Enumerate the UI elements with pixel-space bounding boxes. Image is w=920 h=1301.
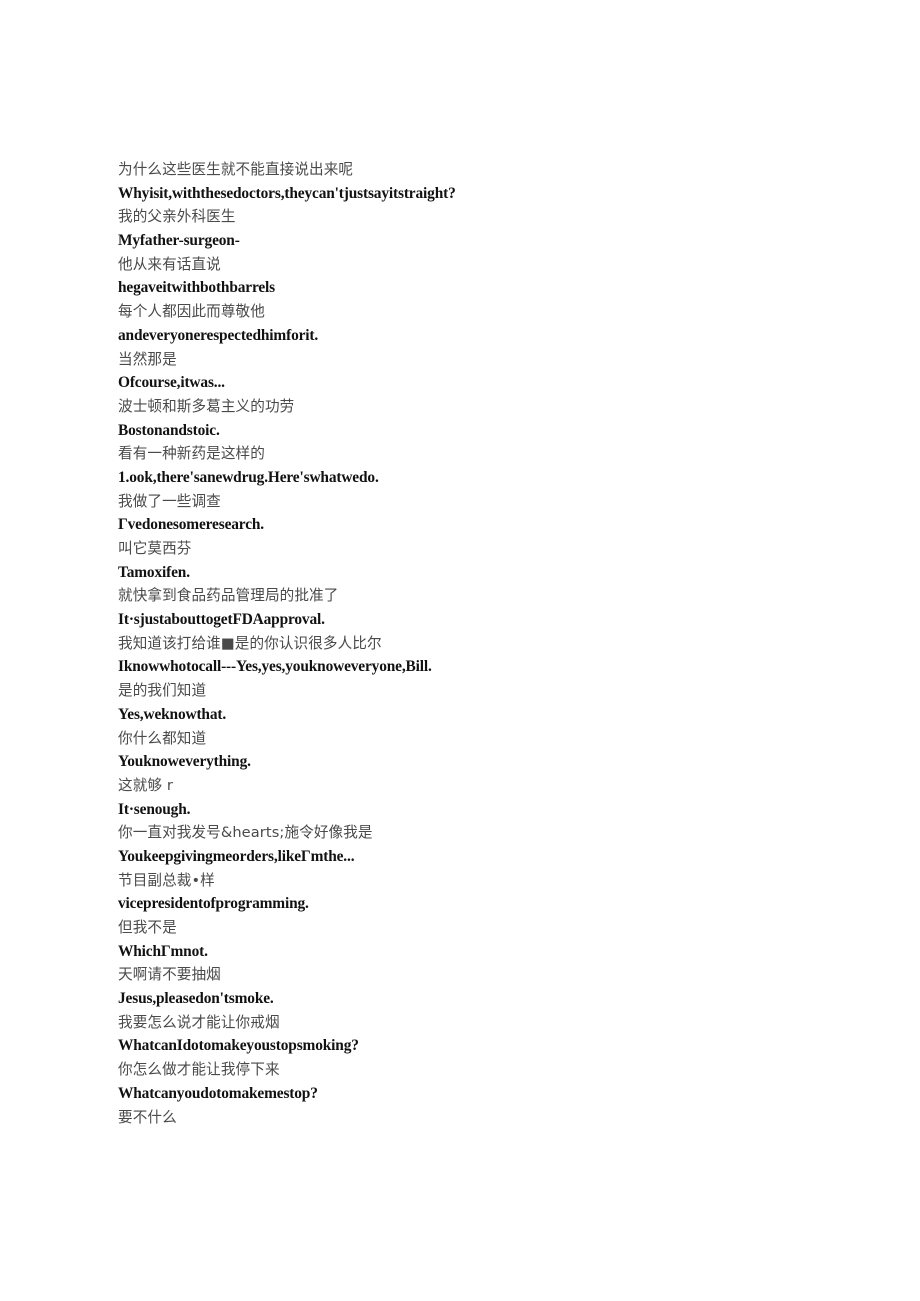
- subtitle-line-english: Tamoxifen.: [118, 563, 190, 581]
- subtitle-line-english: Youkeepgivingmeorders,likeΓmthe...: [118, 847, 355, 865]
- subtitle-line-english: Myfather-surgeon-: [118, 232, 240, 250]
- subtitle-line-chinese: 每个人都因此而尊敬他: [118, 303, 265, 321]
- document-page: 为什么这些医生就不能直接说出来呢 Whyisit,withthesedoctors…: [0, 0, 920, 1301]
- subtitle-line-chinese: 我要怎么说才能让你戒烟: [118, 1013, 280, 1031]
- subtitle-line-english: Jesus,pleasedon'tsmoke.: [118, 990, 274, 1008]
- subtitle-line-chinese: 叫它莫西芬: [118, 540, 192, 557]
- subtitle-line-english: It·sjustabouttogetFDAapproval.: [118, 611, 325, 629]
- subtitle-line-chinese: 但我不是: [118, 919, 177, 936]
- subtitle-line-chinese: 我做了一些调查: [118, 492, 221, 510]
- subtitle-line-chinese: 你什么都知道: [118, 729, 207, 747]
- subtitle-line-chinese: 节目副总裁•样: [118, 871, 215, 889]
- transcript-body: 为什么这些医生就不能直接说出来呢 Whyisit,withthesedoctors…: [118, 158, 920, 1129]
- subtitle-line-chinese: 当然那是: [118, 350, 177, 368]
- subtitle-line-chinese: 天啊请不要抽烟: [118, 966, 221, 984]
- subtitle-line-chinese: 你怎么做才能让我停下来: [118, 1061, 280, 1079]
- subtitle-line-english: Ofcourse,itwas...: [118, 374, 225, 392]
- subtitle-line-english: Bostonandstoic.: [118, 421, 220, 439]
- subtitle-line-chinese: 要不什么: [118, 1108, 177, 1126]
- subtitle-line-chinese: 我知道该打给谁■是的你认识很多人比尔: [118, 634, 382, 652]
- subtitle-line-english: vicepresidentofprogramming.: [118, 895, 309, 913]
- subtitle-line-english: WhichΓmnot.: [118, 942, 208, 960]
- subtitle-line-english: Youknoweverything.: [118, 753, 251, 771]
- subtitle-line-chinese: 就快拿到食品药品管理局的批准了: [118, 587, 339, 605]
- subtitle-line-english: Γvedonesomeresearch.: [118, 516, 264, 534]
- subtitle-line-chinese: 我的父亲外科医生: [118, 208, 236, 226]
- subtitle-line-chinese: 他从来有话直说: [118, 255, 221, 273]
- subtitle-line-english: Yes,weknowthat.: [118, 705, 227, 723]
- subtitle-line-chinese: 看有一种新药是这样的: [118, 445, 265, 463]
- subtitle-line-chinese: 你一直对我发号&hearts;施令好像我是: [118, 824, 373, 842]
- subtitle-line-english: 1.ook,there'sanewdrug.Here'swhatwedo.: [118, 468, 379, 486]
- subtitle-line-chinese: 为什么这些医生就不能直接说出来呢: [118, 161, 354, 178]
- subtitle-line-english: Whatcanyoudotomakemestop?: [118, 1084, 318, 1102]
- subtitle-line-chinese: 这就够 r: [118, 776, 173, 794]
- subtitle-line-chinese: 波士顿和斯多葛主义的功劳: [118, 397, 295, 415]
- subtitle-line-english: Iknowwhotocall---Yes,yes,youknoweveryone…: [118, 658, 432, 676]
- subtitle-line-english: andeveryonerespectedhimforit.: [118, 326, 319, 344]
- subtitle-line-english: WhatcanIdotomakeyoustopsmoking?: [118, 1037, 359, 1055]
- subtitle-line-english: It·senough.: [118, 800, 191, 818]
- subtitle-line-chinese: 是的我们知道: [118, 682, 207, 700]
- subtitle-line-english: Whyisit,withthesedoctors,theycan'tjustsa…: [118, 184, 456, 202]
- subtitle-line-english: hegaveitwithbothbarrels: [118, 279, 276, 297]
